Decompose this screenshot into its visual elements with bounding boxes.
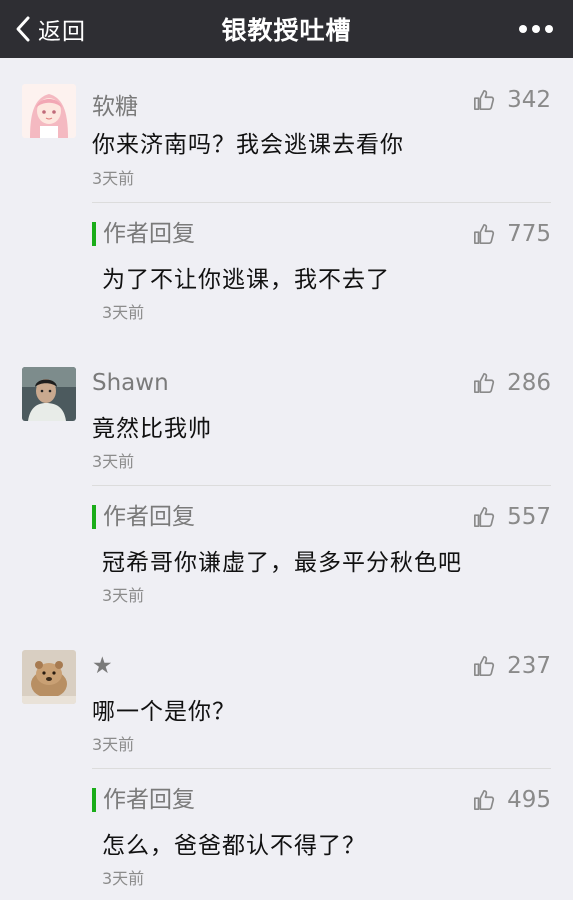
comment-text: 竟然比我帅 — [92, 416, 212, 442]
like-count: 495 — [507, 787, 551, 813]
reply-text: 怎么，爸爸都认不得了？ — [102, 833, 366, 859]
comment-time: 3天前 — [92, 452, 135, 471]
like-count: 557 — [507, 504, 551, 530]
reply-time: 3天前 — [102, 869, 145, 888]
reply-time: 3天前 — [102, 586, 145, 605]
nav-bar: 返回 银教授吐槽 — [0, 0, 573, 58]
comment-text: 哪一个是你？ — [92, 699, 236, 725]
like-button[interactable]: 286 — [473, 370, 551, 396]
divider — [92, 485, 551, 486]
nickname[interactable]: Shawn — [92, 370, 169, 396]
comment-time: 3天前 — [92, 169, 135, 188]
like-count: 342 — [507, 87, 551, 113]
page-title: 银教授吐槽 — [221, 16, 352, 45]
thumbs-up-icon — [474, 224, 495, 244]
avatar[interactable] — [22, 650, 76, 704]
more-dots-icon[interactable] — [519, 22, 553, 36]
thumbs-up-icon — [474, 90, 495, 110]
thumbs-up-icon — [474, 373, 495, 393]
comment-time: 3天前 — [92, 735, 135, 754]
author-reply-label: 作者回复 — [92, 788, 195, 812]
reply-like-button[interactable]: 775 — [473, 221, 551, 247]
thumbs-up-icon — [474, 507, 495, 527]
reply-text: 冠希哥你谦虚了，最多平分秋色吧 — [102, 550, 462, 576]
reply-text: 为了不让你逃课，我不去了 — [102, 267, 390, 293]
thumbs-up-icon — [474, 790, 495, 810]
like-count: 237 — [507, 653, 551, 679]
thumbs-up-icon — [474, 656, 495, 676]
like-button[interactable]: 342 — [473, 87, 551, 113]
like-count: 775 — [507, 221, 551, 247]
reply-like-button[interactable]: 495 — [473, 787, 551, 813]
divider — [92, 202, 551, 203]
reply-time: 3天前 — [102, 303, 145, 322]
comment-text: 你来济南吗？我会逃课去看你 — [92, 132, 404, 158]
divider — [92, 768, 551, 769]
nickname[interactable]: ★ — [92, 653, 113, 679]
reply-like-button[interactable]: 557 — [473, 504, 551, 530]
nickname[interactable]: 软糖 — [92, 87, 138, 121]
author-reply-label: 作者回复 — [92, 222, 195, 246]
like-count: 286 — [507, 370, 551, 396]
avatar[interactable] — [22, 84, 76, 138]
avatar[interactable] — [22, 367, 76, 421]
author-reply-label: 作者回复 — [92, 505, 195, 529]
like-button[interactable]: 237 — [473, 653, 551, 679]
